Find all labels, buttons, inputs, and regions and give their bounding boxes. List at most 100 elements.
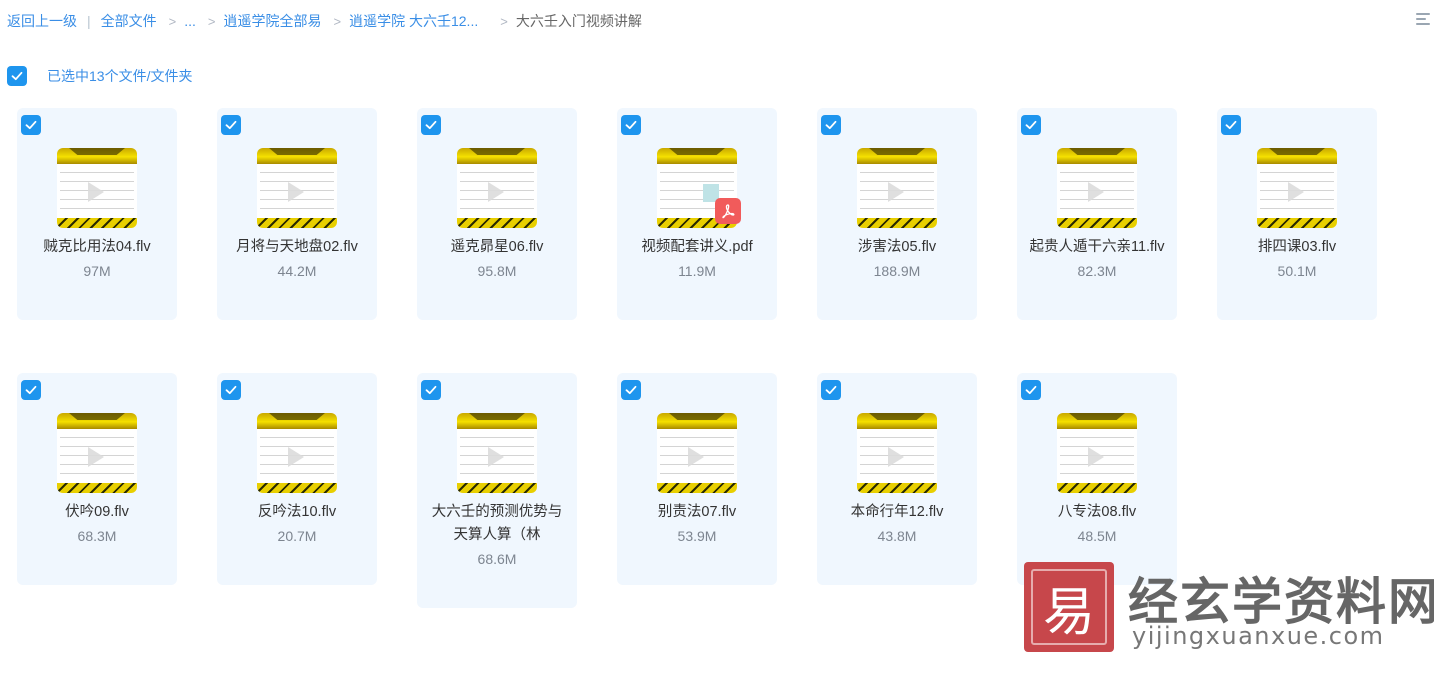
file-name: 伏吟09.flv (65, 504, 129, 520)
file-card[interactable]: 大六壬的预测优势与天算人算（林 68.6M (417, 373, 577, 608)
file-size: 50.1M (1277, 263, 1317, 279)
play-icon (1088, 182, 1104, 202)
file-checkbox[interactable] (1021, 380, 1041, 400)
video-thumbnail (857, 413, 937, 493)
check-icon (1025, 385, 1037, 395)
file-size: 68.6M (477, 551, 517, 567)
file-card[interactable]: 贼克比用法04.flv 97M (17, 108, 177, 320)
check-icon (625, 385, 637, 395)
check-icon (425, 385, 437, 395)
file-name: 本命行年12.flv (850, 504, 944, 520)
file-size: 68.3M (77, 528, 117, 544)
list-view-icon[interactable] (1416, 13, 1430, 29)
file-size: 48.5M (1077, 528, 1117, 544)
file-card[interactable]: 八专法08.flv 48.5M (1017, 373, 1177, 585)
select-all-checkbox[interactable] (7, 66, 27, 86)
watermark: 易 经玄学资料网 yijingxuanxue.com (1024, 562, 1434, 658)
file-card[interactable]: 别责法07.flv 53.9M (617, 373, 777, 585)
file-name: 视频配套讲义.pdf (641, 239, 753, 255)
play-icon (888, 182, 904, 202)
file-size: 188.9M (873, 263, 921, 279)
check-icon (11, 71, 23, 81)
file-checkbox[interactable] (1221, 115, 1241, 135)
file-size: 82.3M (1077, 263, 1117, 279)
file-card[interactable]: 反吟法10.flv 20.7M (217, 373, 377, 585)
selection-bar: 已选中13个文件/文件夹 (7, 66, 192, 86)
play-icon (88, 447, 104, 467)
check-icon (25, 385, 37, 395)
file-checkbox[interactable] (21, 380, 41, 400)
file-checkbox[interactable] (1021, 115, 1041, 135)
play-icon (488, 447, 504, 467)
file-name: 八专法08.flv (1057, 504, 1137, 520)
check-icon (225, 385, 237, 395)
file-checkbox[interactable] (21, 115, 41, 135)
file-size: 20.7M (277, 528, 317, 544)
video-thumbnail (1057, 413, 1137, 493)
file-name: 别责法07.flv (657, 504, 737, 520)
file-name: 贼克比用法04.flv (43, 239, 151, 255)
play-icon (888, 447, 904, 467)
file-card[interactable]: 遥克昴星06.flv 95.8M (417, 108, 577, 320)
file-card[interactable]: 视频配套讲义.pdf 11.9M (617, 108, 777, 320)
breadcrumb-divider: | (87, 13, 91, 29)
check-icon (825, 120, 837, 130)
file-card[interactable]: 涉害法05.flv 188.9M (817, 108, 977, 320)
file-card[interactable]: 月将与天地盘02.flv 44.2M (217, 108, 377, 320)
pdf-icon (715, 198, 741, 224)
file-size: 97M (83, 263, 111, 279)
file-name: 遥克昴星06.flv (450, 239, 544, 255)
video-thumbnail (1257, 148, 1337, 228)
file-card[interactable]: 起贵人遁干六亲11.flv 82.3M (1017, 108, 1177, 320)
play-icon (288, 447, 304, 467)
video-thumbnail (57, 148, 137, 228)
file-checkbox[interactable] (821, 115, 841, 135)
file-checkbox[interactable] (221, 115, 241, 135)
file-name: 反吟法10.flv (257, 504, 337, 520)
video-thumbnail (1057, 148, 1137, 228)
video-thumbnail (857, 148, 937, 228)
check-icon (425, 120, 437, 130)
file-card[interactable]: 伏吟09.flv 68.3M (17, 373, 177, 585)
file-checkbox[interactable] (621, 115, 641, 135)
file-checkbox[interactable] (221, 380, 241, 400)
breadcrumb-ellipsis[interactable]: ... (184, 13, 196, 29)
selection-count: 已选中13个文件/文件夹 (47, 68, 193, 84)
play-icon (1088, 447, 1104, 467)
file-checkbox[interactable] (821, 380, 841, 400)
video-thumbnail (457, 148, 537, 228)
video-thumbnail (457, 413, 537, 493)
breadcrumb-separator: > (500, 13, 508, 29)
breadcrumb-all-files[interactable]: 全部文件 (101, 11, 157, 31)
breadcrumb-level2[interactable]: 逍遥学院 大六壬12... (349, 11, 478, 31)
file-name: 月将与天地盘02.flv (236, 239, 358, 255)
file-size: 44.2M (277, 263, 317, 279)
check-icon (225, 120, 237, 130)
video-thumbnail (257, 148, 337, 228)
watermark-url: yijingxuanxue.com (1132, 622, 1385, 650)
file-name: 起贵人遁干六亲11.flv (1029, 239, 1165, 255)
file-checkbox[interactable] (421, 115, 441, 135)
file-size: 95.8M (477, 263, 517, 279)
file-card[interactable]: 排四课03.flv 50.1M (1217, 108, 1377, 320)
video-thumbnail (657, 413, 737, 493)
check-icon (1025, 120, 1037, 130)
back-link[interactable]: 返回上一级 (7, 11, 77, 31)
breadcrumb-level1[interactable]: 逍遥学院全部易 (224, 11, 322, 31)
watermark-seal-char: 易 (1031, 569, 1107, 645)
check-icon (25, 120, 37, 130)
video-thumbnail (57, 413, 137, 493)
check-icon (825, 385, 837, 395)
breadcrumb: 返回上一级 | 全部文件 > ... > 逍遥学院全部易 > 逍遥学院 大六壬1… (7, 10, 642, 32)
file-card[interactable]: 本命行年12.flv 43.8M (817, 373, 977, 585)
check-icon (1225, 120, 1237, 130)
play-icon (688, 447, 704, 467)
play-icon (288, 182, 304, 202)
file-checkbox[interactable] (621, 380, 641, 400)
file-size: 53.9M (677, 528, 717, 544)
play-icon (488, 182, 504, 202)
watermark-seal: 易 (1024, 562, 1114, 652)
breadcrumb-separator: > (168, 13, 177, 29)
play-icon (1288, 182, 1304, 202)
file-checkbox[interactable] (421, 380, 441, 400)
